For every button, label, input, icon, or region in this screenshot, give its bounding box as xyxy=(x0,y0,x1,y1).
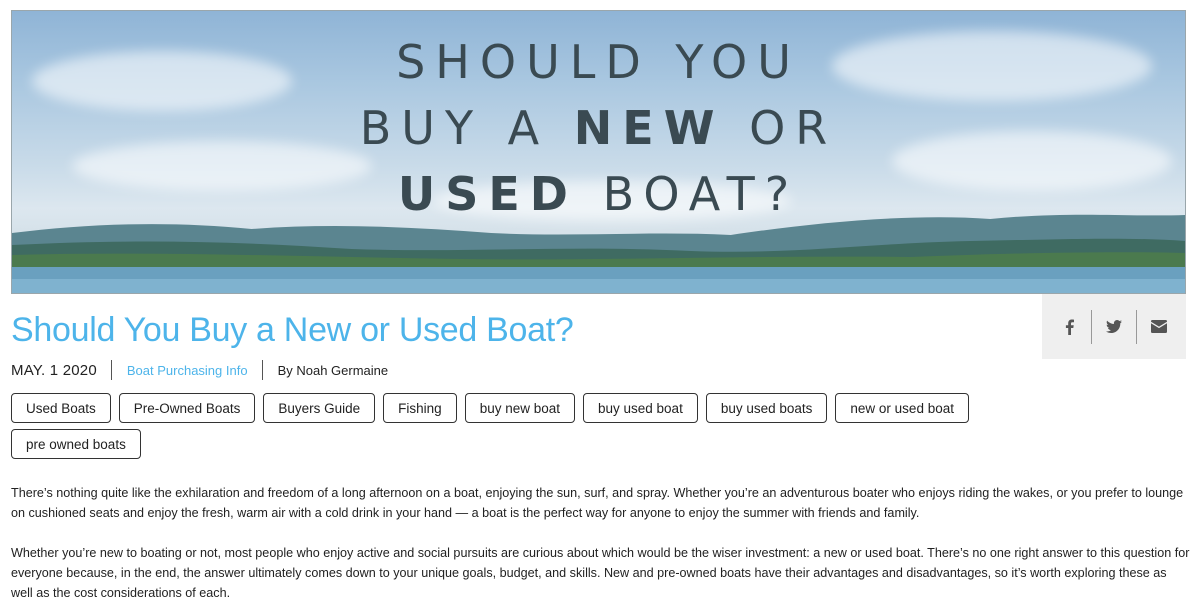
hero-line-2-bold: NEW xyxy=(573,101,725,155)
tag-button[interactable]: buy new boat xyxy=(464,393,575,423)
author-name: By Noah Germaine xyxy=(277,362,389,378)
tag-button[interactable]: buy used boats xyxy=(705,393,828,423)
tag-button[interactable]: Buyers Guide xyxy=(263,393,376,423)
email-share-button[interactable] xyxy=(1137,310,1181,344)
twitter-share-button[interactable] xyxy=(1092,310,1136,344)
article-paragraph-1: There’s nothing quite like the exhilarat… xyxy=(11,486,1184,520)
tag-button[interactable]: pre owned boats xyxy=(11,429,141,459)
tag-button[interactable]: Fishing xyxy=(383,393,457,423)
hero-line-3-post: BOAT? xyxy=(577,167,800,221)
category-link[interactable]: Boat Purchasing Info xyxy=(112,363,262,378)
tag-list: Used Boats Pre-Owned Boats Buyers Guide … xyxy=(11,393,1011,459)
article-title: Should You Buy a New or Used Boat? xyxy=(11,311,574,349)
hero-line-3: USED BOAT? xyxy=(12,161,1185,227)
facebook-icon xyxy=(1065,319,1074,335)
tag-button[interactable]: buy used boat xyxy=(583,393,698,423)
email-icon xyxy=(1151,320,1167,333)
twitter-icon xyxy=(1106,320,1122,333)
hero-headline: SHOULD YOU BUY A NEW OR USED BOAT? xyxy=(12,29,1185,227)
facebook-share-button[interactable] xyxy=(1047,310,1091,344)
hero-line-2-pre: BUY A xyxy=(359,101,574,155)
hero-line-2-post: OR xyxy=(724,101,838,155)
tag-button[interactable]: new or used boat xyxy=(835,393,969,423)
hero-banner: SHOULD YOU BUY A NEW OR USED BOAT? xyxy=(11,10,1186,294)
tag-button[interactable]: Used Boats xyxy=(11,393,111,423)
share-box xyxy=(1042,294,1186,359)
publish-date: MAY. 1 2020 xyxy=(11,361,97,379)
article-paragraph-2: Whether you’re new to boating or not, mo… xyxy=(11,546,1190,599)
hero-line-1: SHOULD YOU xyxy=(396,35,801,89)
tag-button[interactable]: Pre-Owned Boats xyxy=(118,393,256,423)
article-meta: MAY. 1 2020 Boat Purchasing Info By Noah… xyxy=(11,359,388,381)
hero-line-2: BUY A NEW OR xyxy=(12,95,1185,161)
hero-line-3-bold: USED xyxy=(397,167,578,221)
